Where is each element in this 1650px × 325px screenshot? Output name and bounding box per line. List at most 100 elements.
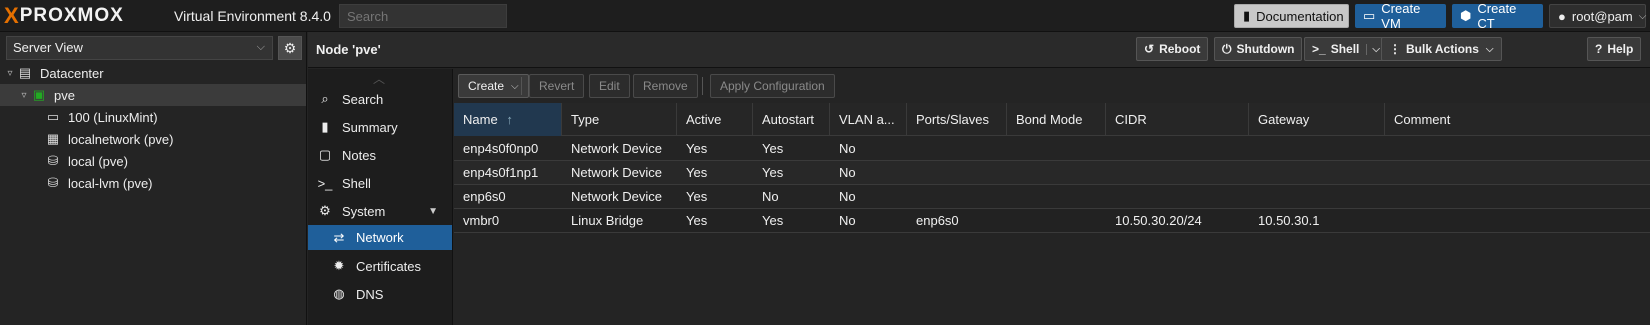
storage-icon: ⛁: [47, 153, 59, 168]
revert-button[interactable]: Revert: [529, 74, 585, 98]
sort-ascending-icon: ↑: [506, 112, 513, 127]
view-selector[interactable]: Server View ⌵: [6, 36, 273, 60]
nav-item-shell[interactable]: >_ Shell: [308, 169, 452, 197]
apply-configuration-button[interactable]: Apply Configuration: [710, 74, 835, 98]
globe-icon: ◍: [333, 286, 345, 301]
reboot-label: Reboot: [1159, 42, 1201, 56]
cell-gateway: 10.50.30.1: [1258, 213, 1320, 228]
cell-ports-slaves: enp6s0: [916, 213, 959, 228]
cell-type: Linux Bridge: [571, 213, 644, 228]
tree-item-label: pve: [54, 87, 75, 103]
cell-name: enp4s0f0np0: [463, 141, 539, 156]
nav-item-label: Network: [356, 230, 404, 245]
column-header-label: Autostart: [762, 112, 815, 127]
cell-name: enp6s0: [463, 189, 506, 204]
chevron-down-icon[interactable]: ⌵: [1366, 43, 1380, 55]
column-header-comment[interactable]: Comment: [1385, 103, 1650, 136]
network-toolbar: Create ⌵ Revert Edit Remove Apply Config…: [454, 69, 1650, 103]
nav-item-label: Shell: [342, 175, 371, 191]
revert-label: Revert: [539, 79, 575, 93]
nav-item-summary[interactable]: ▮ Summary: [308, 113, 452, 141]
nav-item-network[interactable]: ⇄ Network: [308, 225, 452, 250]
tree-item-local[interactable]: ⛁ local (pve): [0, 150, 306, 172]
column-header-active[interactable]: Active: [677, 103, 753, 136]
shell-button[interactable]: >_ Shell ⌵: [1304, 37, 1388, 61]
content-header: Node 'pve' ↺ Reboot ⏻ Shutdown >_ Shell …: [308, 32, 1650, 68]
cell-autostart: No: [762, 189, 779, 204]
column-header-gateway[interactable]: Gateway: [1249, 103, 1385, 136]
bulk-actions-button[interactable]: ⋮ Bulk Actions ⌵: [1381, 37, 1502, 61]
book-icon: ▮: [1243, 8, 1251, 23]
shell-label: Shell: [1330, 42, 1360, 56]
tree-item-pve[interactable]: ▿ ▣ pve: [0, 84, 306, 106]
cogs-icon: ⚙: [319, 203, 331, 218]
create-vm-button[interactable]: ▭ Create VM: [1355, 1, 1446, 31]
collapse-arrow-icon[interactable]: ▿: [18, 90, 30, 101]
nav-item-label: Search: [342, 91, 384, 107]
column-header-vlan-aware[interactable]: VLAN a...: [830, 103, 907, 136]
node-online-icon: ▣: [32, 87, 46, 102]
column-header-autostart[interactable]: Autostart: [753, 103, 830, 136]
apply-configuration-label: Apply Configuration: [720, 79, 825, 93]
cell-vlan-aware: No: [839, 165, 856, 180]
cell-autostart: Yes: [762, 213, 784, 228]
tree-item-label: localnetwork (pve): [68, 131, 174, 147]
tree-item-label: local (pve): [68, 153, 128, 169]
logo-x: X: [4, 3, 19, 28]
help-button[interactable]: ? Help: [1587, 37, 1642, 61]
nav-item-certificates[interactable]: ✹ Certificates: [308, 252, 452, 280]
column-header-label: Name: [463, 112, 498, 127]
chevron-down-icon: ⌵: [1638, 10, 1647, 22]
column-header-label: Ports/Slaves: [916, 112, 989, 127]
column-header-bond-mode[interactable]: Bond Mode: [1007, 103, 1106, 136]
create-vm-label: Create VM: [1381, 1, 1421, 31]
tree-item-datacenter[interactable]: ▿ ▤ Datacenter: [0, 62, 306, 84]
nav-item-system[interactable]: ⚙ System ▼: [308, 197, 452, 225]
nav-item-search[interactable]: ⌕ Search: [308, 85, 452, 113]
column-header-name[interactable]: Name ↑: [454, 103, 562, 136]
shutdown-button[interactable]: ⏻ Shutdown: [1214, 37, 1303, 61]
table-row[interactable]: vmbr0 Linux Bridge Yes Yes No enp6s0 10.…: [454, 209, 1650, 233]
search-input[interactable]: [339, 4, 507, 28]
user-menu-button[interactable]: ● root@pam ⌵: [1549, 4, 1646, 28]
cell-autostart: Yes: [762, 165, 784, 180]
table-row[interactable]: enp4s0f0np0 Network Device Yes Yes No: [454, 137, 1650, 161]
tree-item-local-lvm[interactable]: ⛁ local-lvm (pve): [0, 172, 306, 194]
column-header-ports-slaves[interactable]: Ports/Slaves: [907, 103, 1007, 136]
reboot-button[interactable]: ↺ Reboot: [1136, 37, 1209, 61]
cell-type: Network Device: [571, 141, 663, 156]
datacenter-icon: ▤: [18, 65, 32, 80]
edit-button[interactable]: Edit: [589, 74, 630, 98]
caret-down-icon[interactable]: ▼: [428, 206, 438, 217]
column-header-label: VLAN a...: [839, 112, 895, 127]
vm-monitor-icon: ▭: [46, 109, 60, 124]
toolbar-divider: [702, 77, 703, 95]
nav-item-dns[interactable]: ◍ DNS: [308, 280, 452, 308]
table-row[interactable]: enp4s0f1np1 Network Device Yes Yes No: [454, 161, 1650, 185]
create-ct-button[interactable]: ⬢ Create CT: [1452, 1, 1543, 31]
shutdown-label: Shutdown: [1236, 42, 1295, 56]
documentation-label: Documentation: [1256, 8, 1344, 24]
documentation-button[interactable]: ▮ Documentation: [1234, 4, 1349, 28]
nav-item-notes[interactable]: ▢ Notes: [308, 141, 452, 169]
column-header-type[interactable]: Type: [562, 103, 677, 136]
cell-name: vmbr0: [463, 213, 500, 228]
nav-item-label: Certificates: [356, 258, 422, 274]
search-icon: ⌕: [321, 91, 329, 106]
column-header-label: Active: [686, 112, 722, 127]
cell-vlan-aware: No: [839, 213, 856, 228]
column-header-cidr[interactable]: CIDR: [1106, 103, 1249, 136]
create-button[interactable]: Create ⌵: [458, 74, 529, 98]
resource-tree-panel: Server View ⌵ ⚙ ▿ ▤ Datacenter ▿ ▣ pve ▭…: [0, 32, 307, 325]
remove-button[interactable]: Remove: [633, 74, 698, 98]
column-header-label: Type: [571, 112, 600, 127]
tree-item-localnetwork[interactable]: ▦ localnetwork (pve): [0, 128, 306, 150]
nav-item-label: System: [342, 203, 386, 219]
gear-icon[interactable]: ⚙: [278, 36, 302, 60]
logo-text: PROXMOX: [19, 5, 124, 26]
cell-type: Network Device: [571, 189, 663, 204]
tree-item-vm-100[interactable]: ▭ 100 (LinuxMint): [0, 106, 306, 128]
question-icon: ?: [1595, 42, 1603, 56]
collapse-arrow-icon[interactable]: ▿: [4, 68, 16, 79]
table-row[interactable]: enp6s0 Network Device Yes No No: [454, 185, 1650, 209]
